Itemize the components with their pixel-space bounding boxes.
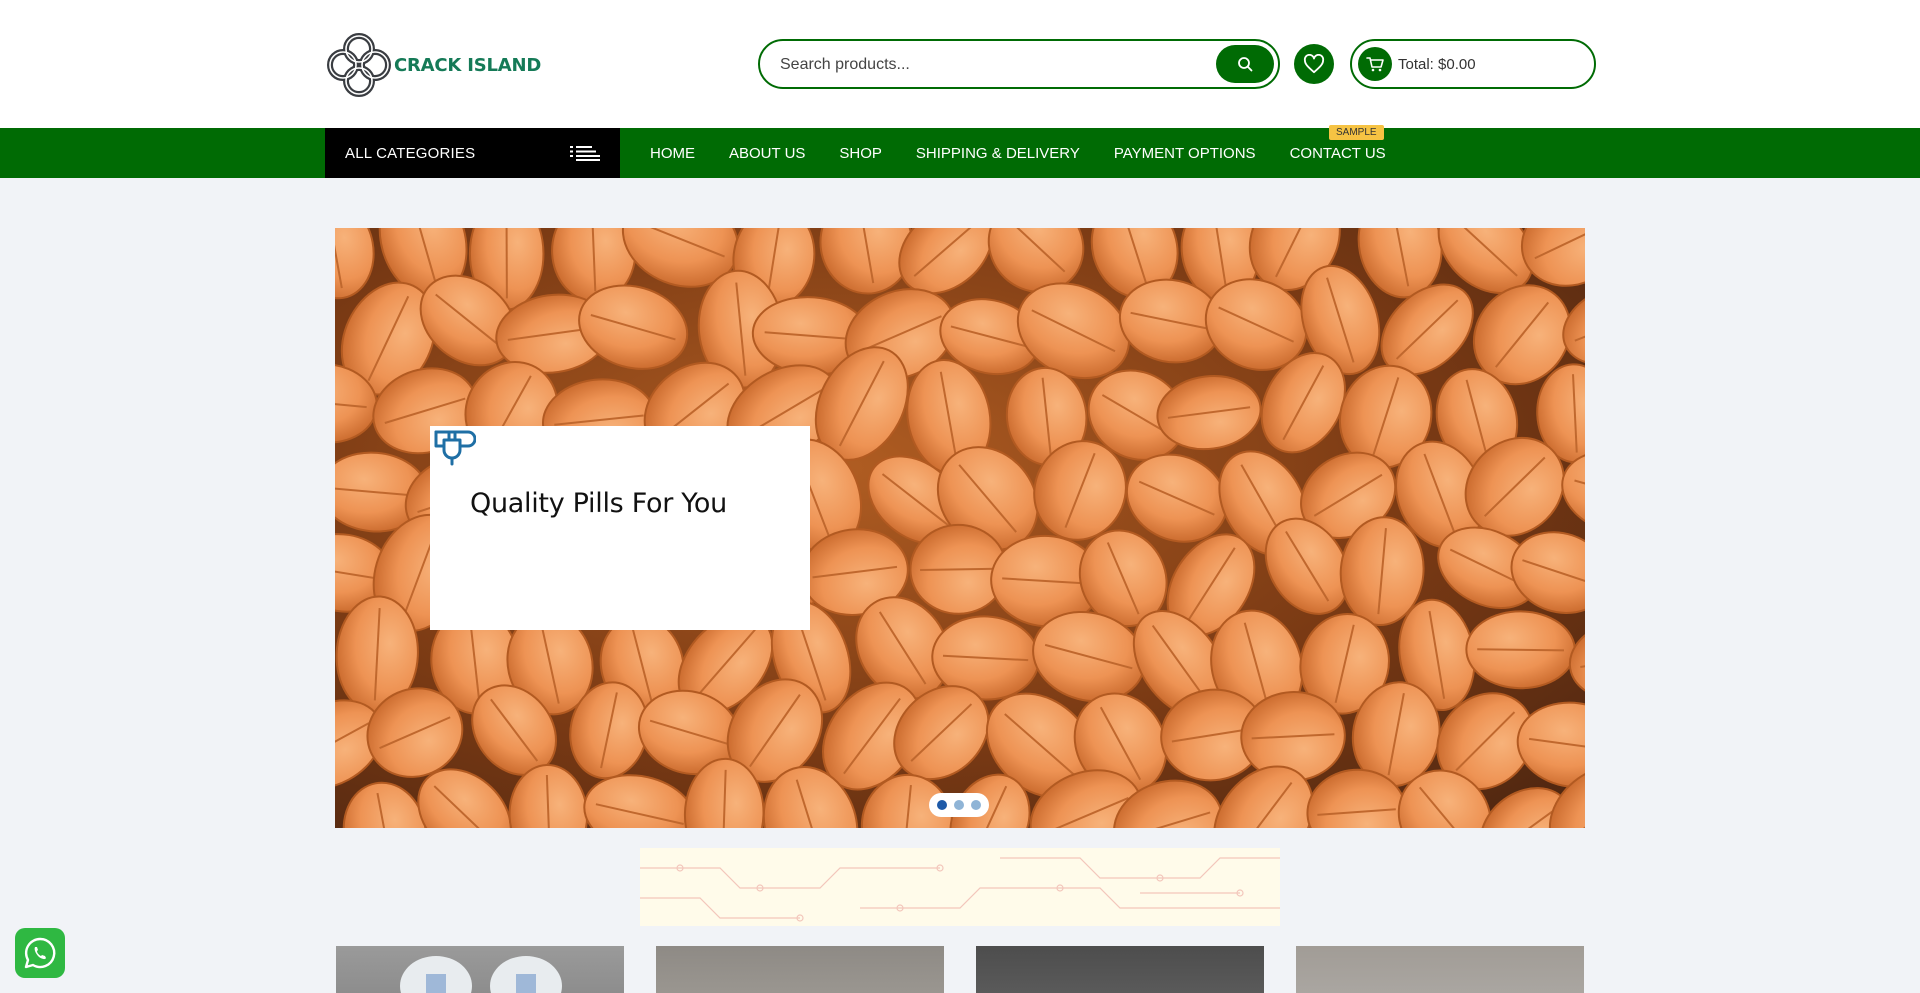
search-button[interactable]	[1216, 45, 1274, 83]
nav-item-contact-us[interactable]: CONTACT US	[1290, 145, 1386, 162]
main-navigation: ALL CATEGORIES HOME ABOUT US SHOP SHIPPI…	[0, 128, 1920, 178]
cart-summary[interactable]: Total: $0.00	[1350, 39, 1596, 89]
product-image-1	[400, 956, 562, 993]
all-categories-label: ALL CATEGORIES	[345, 144, 476, 162]
sample-badge: SAMPLE	[1329, 125, 1384, 140]
circuit-pattern-graphic	[640, 857, 1280, 922]
slider-dot-3[interactable]	[971, 800, 981, 810]
wishlist-button[interactable]	[1294, 44, 1334, 84]
whatsapp-chat-button[interactable]	[15, 928, 65, 978]
slider-pagination	[929, 793, 989, 817]
hero-caption-card: Quality Pills For You	[430, 426, 810, 630]
product-card-image-4[interactable]	[1296, 946, 1584, 993]
slider-dot-1[interactable]	[937, 800, 947, 810]
slider-dot-2[interactable]	[954, 800, 964, 810]
product-card-image-2[interactable]	[656, 946, 944, 993]
plug-icon	[434, 430, 476, 466]
all-categories-button[interactable]: ALL CATEGORIES	[325, 128, 620, 178]
pill-score-line	[920, 567, 997, 571]
nav-item-payment-options[interactable]: PAYMENT OPTIONS	[1114, 145, 1256, 162]
logo-mark-icon	[327, 33, 391, 97]
nav-item-home[interactable]: HOME	[650, 145, 695, 162]
promo-banner	[640, 848, 1280, 926]
pill-score-line	[1477, 648, 1565, 652]
cart-total: Total: $0.00	[1398, 55, 1476, 73]
search-bar	[758, 39, 1280, 89]
product-card-image-1[interactable]	[336, 946, 624, 993]
search-icon	[1238, 57, 1253, 72]
cart-icon	[1358, 47, 1392, 81]
product-card-image-3[interactable]	[976, 946, 1264, 993]
brand-name: CRACK ISLAND	[394, 54, 542, 76]
nav-item-about-us[interactable]: ABOUT US	[729, 145, 805, 162]
heart-icon	[1303, 54, 1325, 74]
nav-item-shop[interactable]: SHOP	[839, 145, 882, 162]
whatsapp-icon	[24, 937, 56, 969]
hero-slider[interactable]: Quality Pills For You	[335, 228, 1585, 828]
nav-item-shipping-delivery[interactable]: SHIPPING & DELIVERY	[916, 145, 1080, 162]
search-input[interactable]	[780, 53, 1200, 77]
nav-menu: HOME ABOUT US SHOP SHIPPING & DELIVERY P…	[650, 128, 1420, 178]
site-logo[interactable]: CRACK ISLAND	[326, 32, 541, 98]
hero-title: Quality Pills For You	[470, 488, 727, 519]
site-header: CRACK ISLAND Total: $0.00	[0, 0, 1920, 128]
hamburger-menu-icon	[570, 146, 600, 161]
